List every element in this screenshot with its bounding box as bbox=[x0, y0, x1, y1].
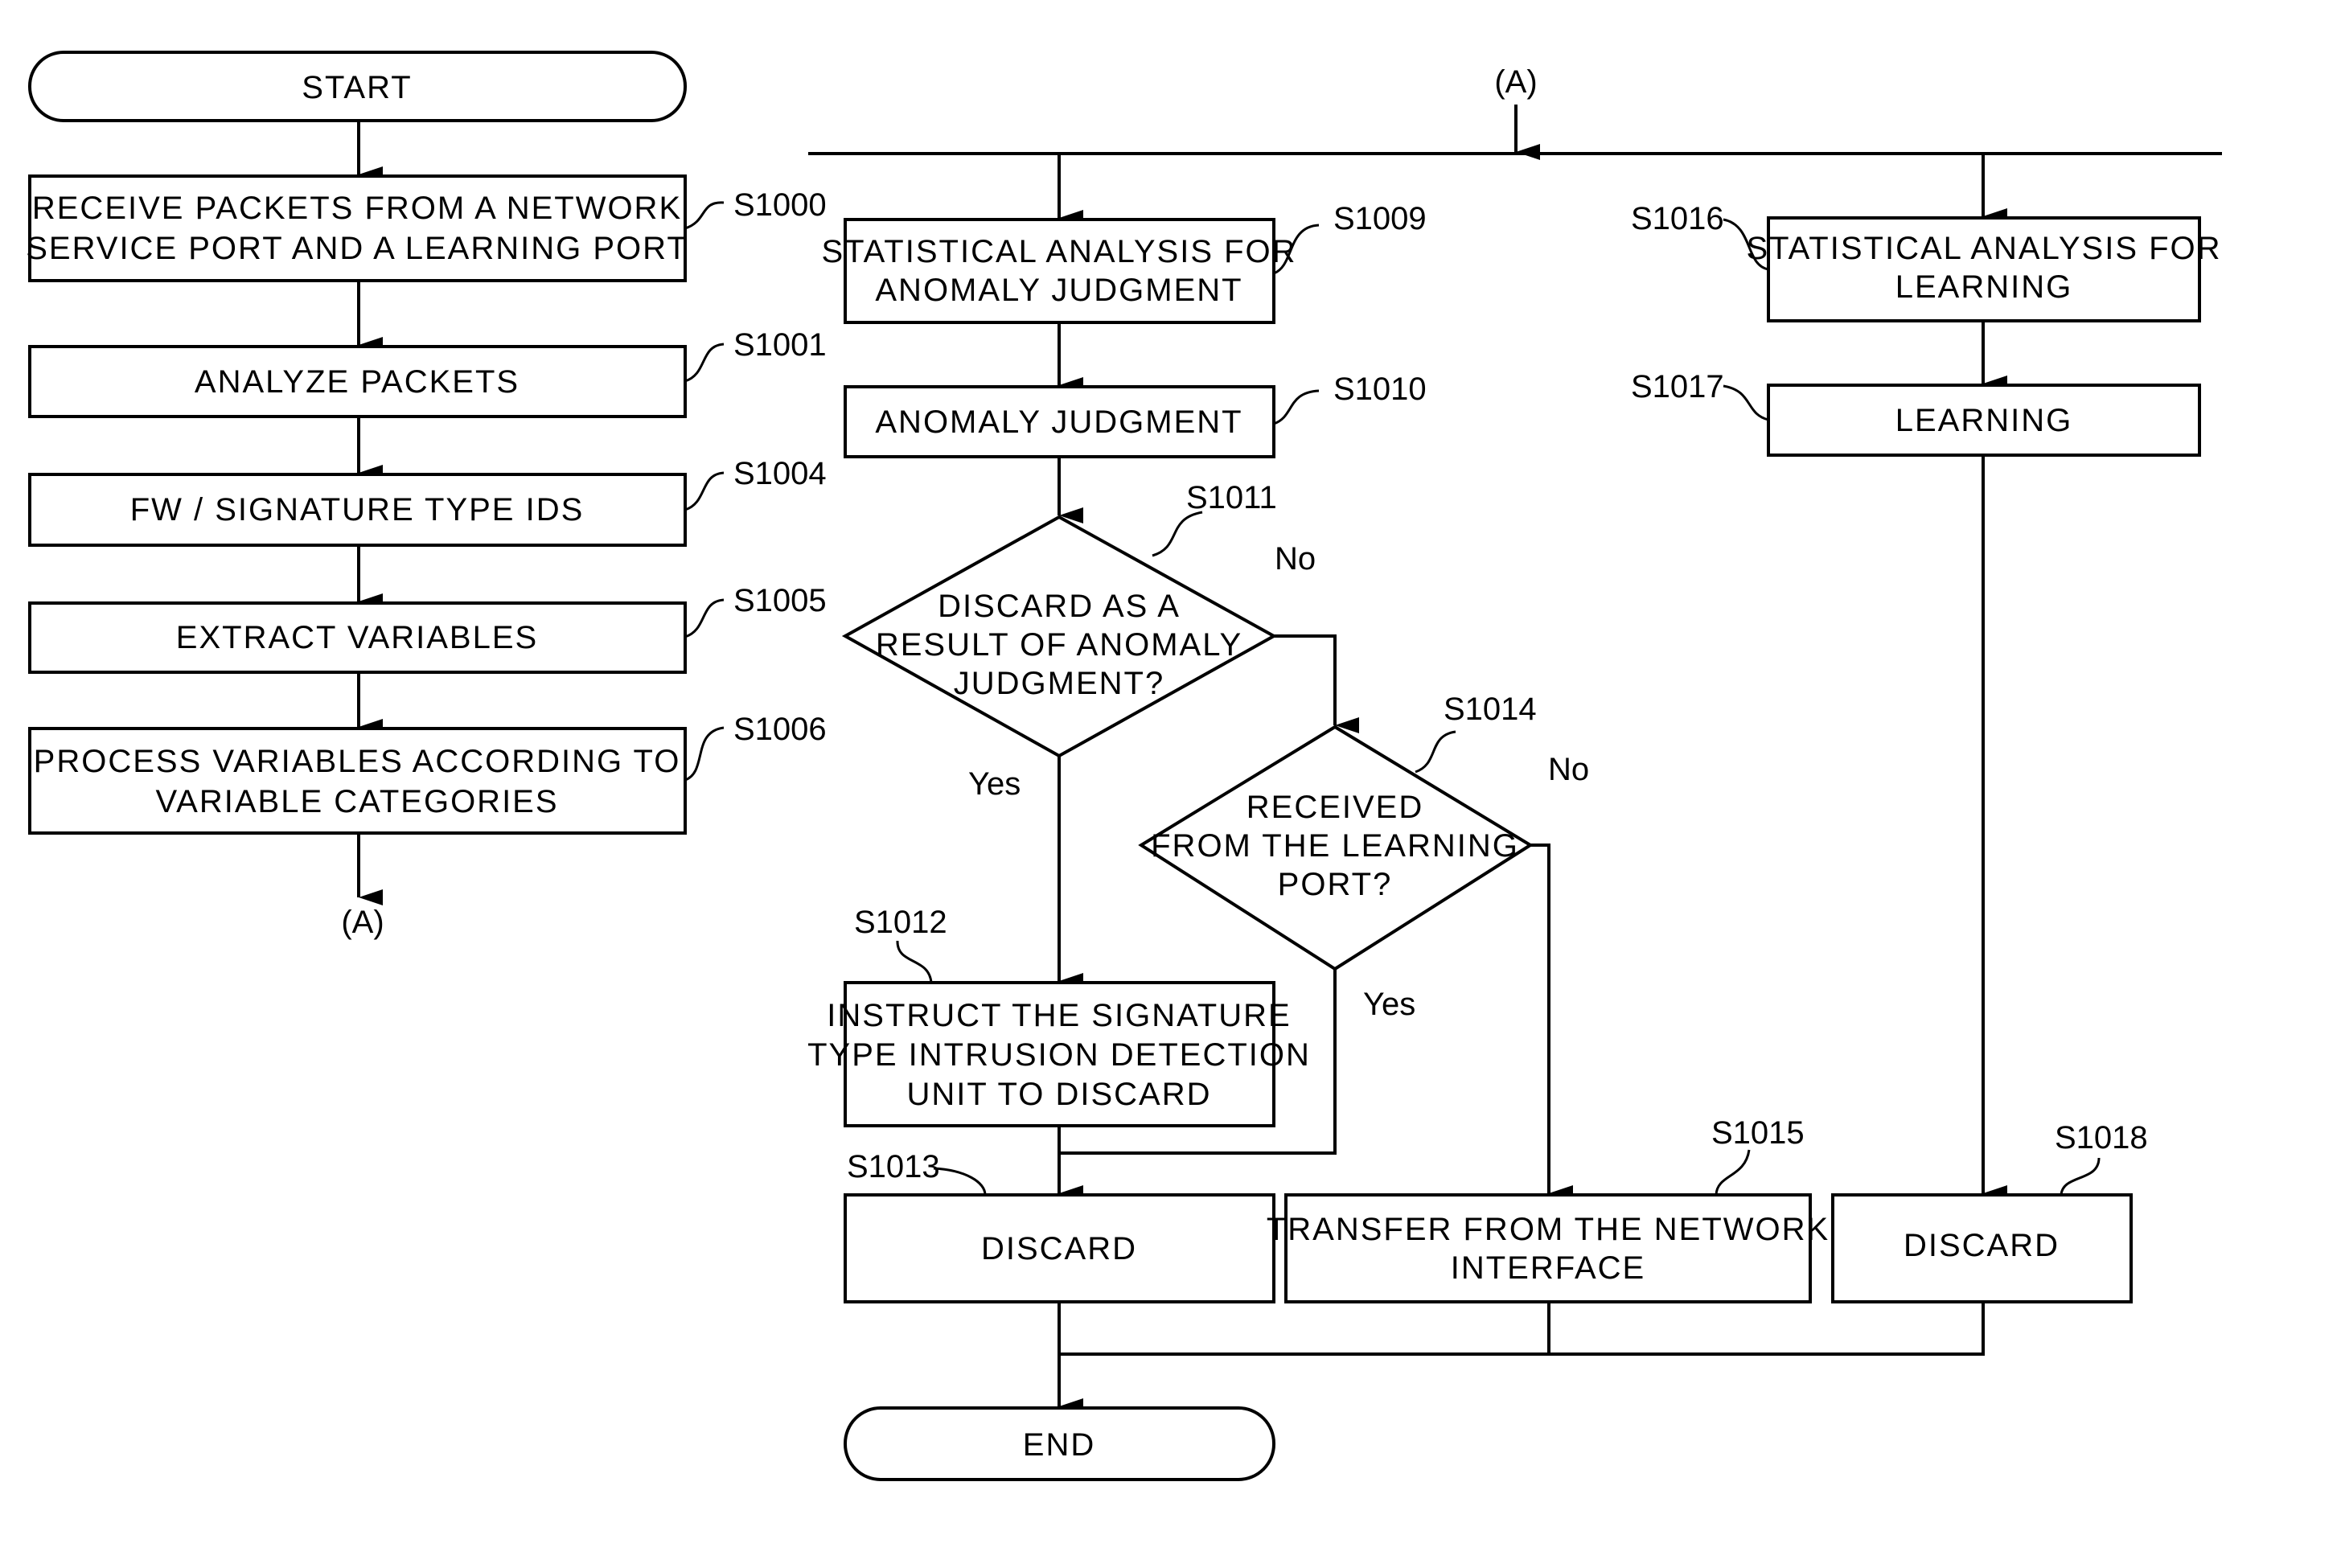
s1013-leader bbox=[933, 1167, 987, 1196]
s1014-line-3: PORT? bbox=[1278, 867, 1393, 902]
process-s1017: LEARNING bbox=[1767, 384, 2201, 457]
s1001-label: ANALYZE PACKETS bbox=[195, 364, 520, 400]
s1015-line-1: TRANSFER FROM THE NETWORK bbox=[1267, 1212, 1830, 1247]
s1009-line-1: STATISTICAL ANALYSIS FOR bbox=[821, 234, 1296, 269]
connector-s1014-no bbox=[1530, 844, 1573, 1201]
process-s1000: RECEIVE PACKETS FROM A NETWORK SERVICE P… bbox=[26, 174, 688, 282]
s1017-label: LEARNING bbox=[1895, 403, 2073, 438]
s1014-yes-label: Yes bbox=[1363, 987, 1415, 1022]
s1013-step-label: S1013 bbox=[847, 1149, 940, 1184]
s1005-leader bbox=[684, 598, 725, 638]
start-label: START bbox=[302, 70, 412, 105]
off-page-connector-a-in: (A) bbox=[1494, 64, 1537, 100]
process-s1012: INSTRUCT THE SIGNATURE TYPE INTRUSION DE… bbox=[807, 981, 1311, 1127]
s1009-line-2: ANOMALY JUDGMENT bbox=[875, 273, 1242, 308]
process-s1018: DISCARD bbox=[1831, 1193, 2133, 1303]
s1012-step-label: S1012 bbox=[854, 905, 947, 940]
terminal-end: END bbox=[844, 1406, 1275, 1481]
merge-line bbox=[1059, 1302, 1985, 1356]
s1010-step-label: S1010 bbox=[1333, 371, 1427, 407]
s1013-label: DISCARD bbox=[981, 1231, 1137, 1266]
s1006-line-1: PROCESS VARIABLES ACCORDING TO bbox=[34, 744, 681, 779]
s1006-step-label: S1006 bbox=[733, 712, 827, 747]
process-s1009: STATISTICAL ANALYSIS FOR ANOMALY JUDGMEN… bbox=[821, 218, 1296, 324]
s1014-line-2: FROM THE LEARNING bbox=[1151, 828, 1519, 864]
s1018-leader bbox=[2060, 1157, 2101, 1196]
s1010-label: ANOMALY JUDGMENT bbox=[875, 404, 1242, 440]
s1014-no-label: No bbox=[1548, 752, 1589, 787]
s1001-step-label: S1001 bbox=[733, 327, 827, 363]
s1005-step-label: S1005 bbox=[733, 583, 827, 618]
s1012-leader bbox=[896, 940, 933, 983]
s1015-line-2: INTERFACE bbox=[1451, 1250, 1645, 1286]
s1012-line-1: INSTRUCT THE SIGNATURE bbox=[827, 998, 1291, 1033]
s1018-label: DISCARD bbox=[1904, 1228, 2060, 1263]
off-page-connector-a-out: (A) bbox=[341, 905, 384, 940]
decision-s1011: DISCARD AS A RESULT OF ANOMALY JUDGMENT? bbox=[841, 515, 1278, 758]
s1000-step-label: S1000 bbox=[733, 187, 827, 223]
s1014-step-label: S1014 bbox=[1444, 692, 1537, 727]
s1017-step-label: S1017 bbox=[1631, 369, 1724, 404]
s1011-yes-label: Yes bbox=[968, 766, 1021, 802]
process-s1013: DISCARD bbox=[844, 1193, 1275, 1303]
process-s1016: STATISTICAL ANALYSIS FOR LEARNING bbox=[1746, 216, 2221, 322]
s1011-no-label: No bbox=[1275, 541, 1316, 577]
s1004-step-label: S1004 bbox=[733, 456, 827, 491]
s1011-line-1: DISCARD AS A bbox=[938, 589, 1181, 624]
s1016-line-1: STATISTICAL ANALYSIS FOR bbox=[1746, 231, 2221, 266]
s1004-label: FW / SIGNATURE TYPE IDS bbox=[130, 492, 585, 527]
s1006-leader bbox=[684, 726, 725, 782]
terminal-start: START bbox=[28, 51, 687, 122]
s1006-line-2: VARIABLE CATEGORIES bbox=[155, 784, 558, 819]
process-s1015: TRANSFER FROM THE NETWORK INTERFACE bbox=[1267, 1193, 1830, 1303]
s1012-line-2: TYPE INTRUSION DETECTION bbox=[807, 1037, 1311, 1073]
end-label: END bbox=[1023, 1427, 1095, 1463]
process-s1010: ANOMALY JUDGMENT bbox=[844, 385, 1275, 458]
s1016-step-label: S1016 bbox=[1631, 201, 1724, 236]
s1014-leader bbox=[1415, 730, 1456, 774]
s1014-line-1: RECEIVED bbox=[1246, 790, 1424, 825]
s1010-leader bbox=[1273, 389, 1320, 425]
s1011-line-3: JUDGMENT? bbox=[954, 666, 1164, 701]
s1000-leader bbox=[684, 201, 725, 230]
s1011-line-2: RESULT OF ANOMALY bbox=[876, 627, 1242, 663]
s1012-line-3: UNIT TO DISCARD bbox=[907, 1077, 1212, 1112]
s1000-line-1: RECEIVE PACKETS FROM A NETWORK bbox=[32, 191, 682, 226]
s1001-leader bbox=[684, 343, 725, 383]
flowchart: START RECEIVE PACKETS FROM A NETWORK SER… bbox=[26, 51, 2222, 1481]
s1011-step-label: S1011 bbox=[1186, 480, 1277, 515]
connector-s1011-no bbox=[1274, 634, 1359, 733]
s1004-leader bbox=[684, 471, 725, 511]
process-s1001: ANALYZE PACKETS bbox=[28, 345, 687, 418]
s1009-step-label: S1009 bbox=[1333, 201, 1427, 236]
decision-s1014: RECEIVED FROM THE LEARNING PORT? bbox=[1138, 724, 1534, 971]
process-s1006: PROCESS VARIABLES ACCORDING TO VARIABLE … bbox=[28, 727, 687, 835]
s1000-line-2: SERVICE PORT AND A LEARNING PORT bbox=[26, 231, 688, 266]
s1015-leader bbox=[1715, 1149, 1751, 1196]
s1011-leader bbox=[1152, 511, 1203, 557]
process-s1004: FW / SIGNATURE TYPE IDS bbox=[28, 473, 687, 547]
s1016-line-2: LEARNING bbox=[1895, 269, 2073, 305]
s1015-step-label: S1015 bbox=[1711, 1115, 1805, 1151]
s1017-leader bbox=[1723, 384, 1769, 421]
s1018-step-label: S1018 bbox=[2055, 1120, 2148, 1155]
s1005-label: EXTRACT VARIABLES bbox=[176, 620, 538, 655]
process-s1005: EXTRACT VARIABLES bbox=[28, 601, 687, 674]
